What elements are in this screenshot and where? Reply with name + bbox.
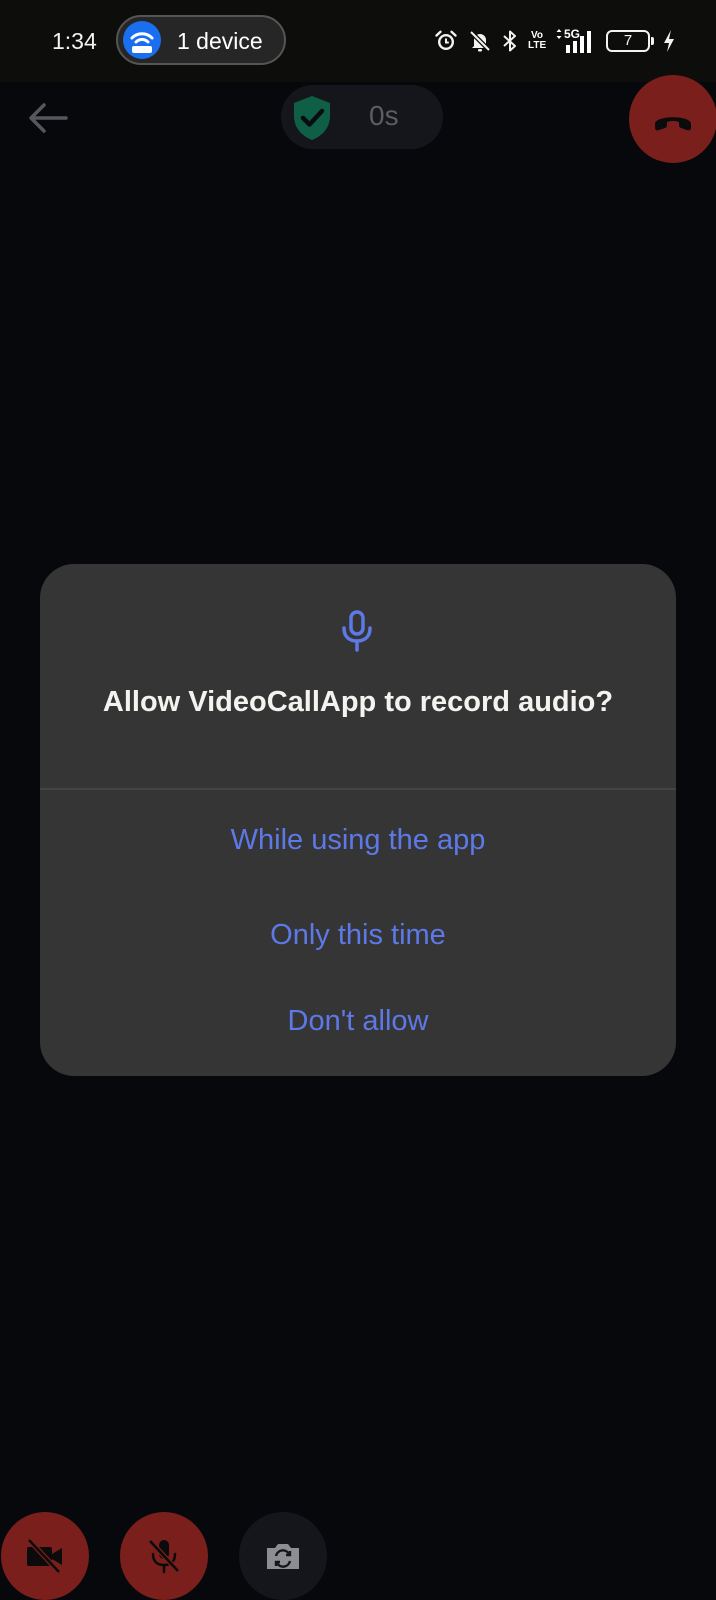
screen: 1:34 1 device Vo LTE 5G 7 0s Allow Video…: [0, 0, 716, 1600]
mute-notifications-icon: [469, 30, 491, 52]
dialog-title: Allow VideoCallApp to record audio?: [102, 686, 614, 718]
status-bar: 1:34 1 device Vo LTE 5G 7: [0, 0, 716, 82]
volte-icon: Vo LTE: [528, 31, 546, 51]
hotspot-label: 1 device: [177, 28, 263, 54]
microphone-icon: [342, 610, 372, 652]
hotspot-icon: [123, 21, 161, 59]
hotspot-pill[interactable]: 1 device: [116, 15, 286, 65]
bluetooth-icon: [503, 30, 516, 52]
dialog-divider: [40, 788, 676, 790]
only-this-time-button[interactable]: Only this time: [40, 895, 676, 975]
call-status-pill: 0s: [281, 85, 443, 149]
charging-icon: [664, 30, 674, 52]
call-duration: 0s: [369, 100, 399, 131]
shield-check-icon: [294, 96, 330, 140]
alarm-icon: [435, 30, 457, 50]
video-toggle-button[interactable]: [1, 1512, 89, 1600]
battery-icon: 7: [606, 30, 654, 52]
volte-bottom-label: LTE: [528, 40, 547, 51]
dont-allow-button[interactable]: Don't allow: [40, 981, 676, 1061]
signal-5g-icon: 5G: [556, 28, 596, 54]
status-time: 1:34: [52, 28, 97, 54]
back-button[interactable]: [24, 94, 72, 142]
video-off-icon: [27, 1538, 62, 1574]
permission-dialog: Allow VideoCallApp to record audio? Whil…: [40, 564, 676, 1076]
switch-camera-icon: [267, 1544, 299, 1569]
mic-off-icon: [148, 1539, 180, 1574]
switch-camera-button[interactable]: [239, 1512, 327, 1600]
back-arrow-icon: [29, 103, 68, 133]
mic-toggle-button[interactable]: [120, 1512, 208, 1600]
status-icons: Vo LTE 5G 7: [434, 24, 676, 58]
end-call-button[interactable]: [629, 75, 716, 163]
end-call-icon: [655, 117, 691, 131]
while-using-app-button[interactable]: While using the app: [40, 800, 676, 880]
